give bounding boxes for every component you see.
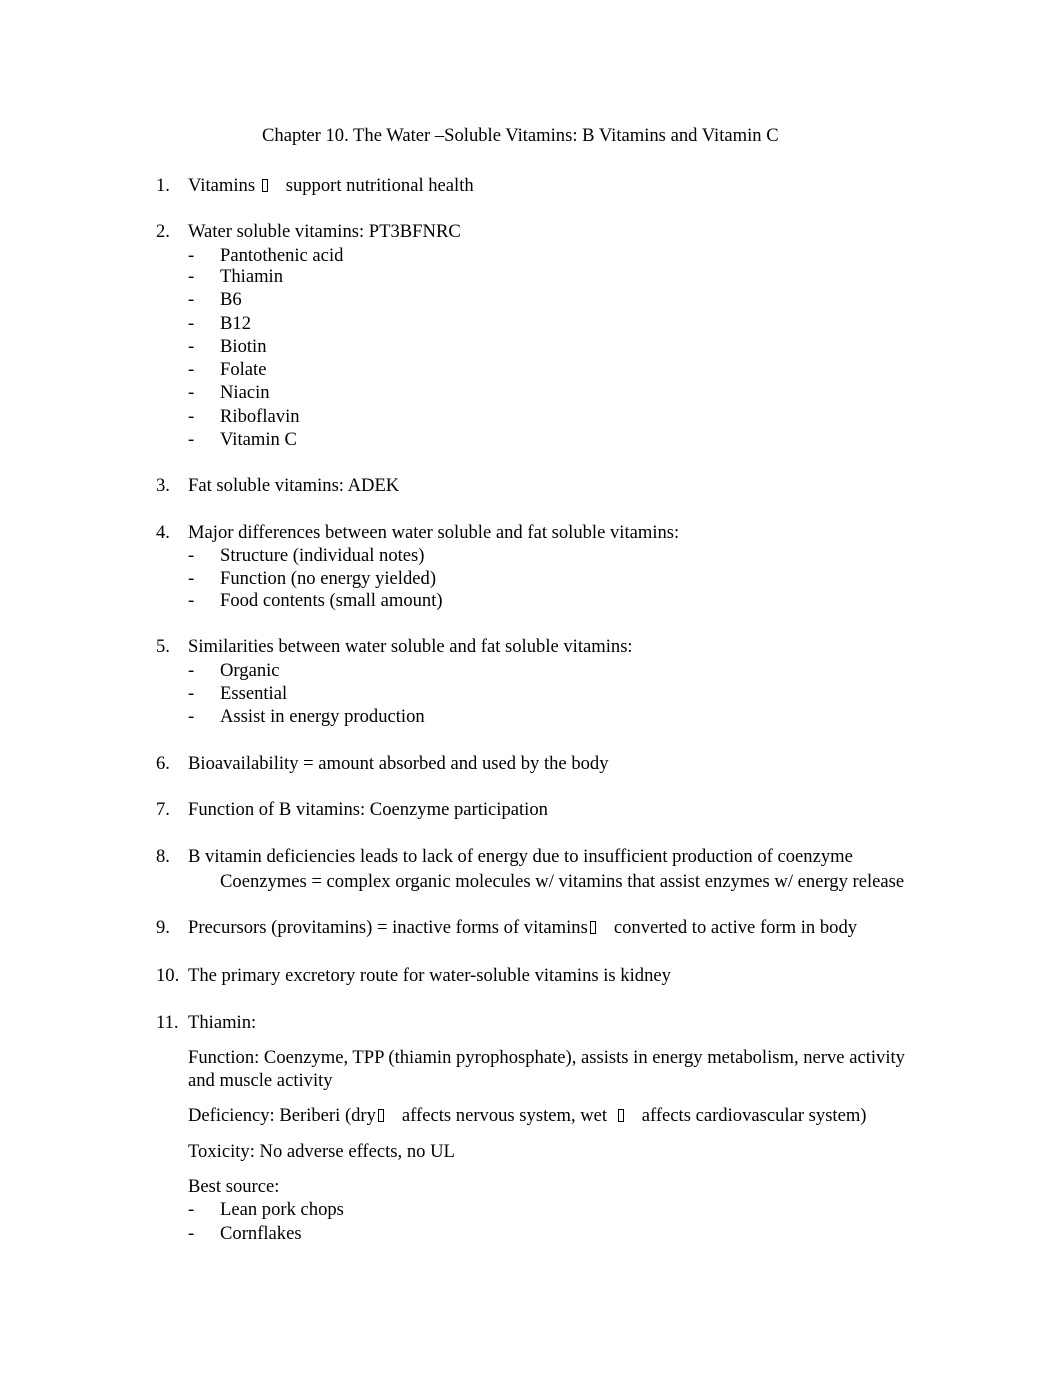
list-item: Organic <box>220 660 280 681</box>
item-2-text: Water soluble vitamins: PT3BFNRC <box>188 221 461 242</box>
arrow-icon <box>589 921 596 934</box>
item-number: 1. <box>156 175 170 196</box>
dash-bullet: - <box>188 429 195 450</box>
dash-bullet: - <box>188 545 195 566</box>
item-8-text: B vitamin deficiencies leads to lack of … <box>188 846 853 867</box>
item-8-subline: Coenzymes = complex organic molecules w/… <box>220 871 905 892</box>
list-item: Thiamin <box>220 266 283 287</box>
list-item: Food contents (small amount) <box>220 590 443 611</box>
list-item: B12 <box>220 313 251 334</box>
list-item: Essential <box>220 683 288 704</box>
item-number: 6. <box>156 753 170 774</box>
item-5-text: Similarities between water soluble and f… <box>188 636 633 657</box>
dash-bullet: - <box>188 245 195 266</box>
item-number: 10. <box>156 965 180 986</box>
item-number: 4. <box>156 522 170 543</box>
list-item: Lean pork chops <box>220 1199 344 1220</box>
dash-bullet: - <box>188 590 195 611</box>
arrow-icon <box>617 1109 624 1122</box>
arrow-icon <box>377 1109 384 1122</box>
dash-bullet: - <box>188 382 195 403</box>
dash-bullet: - <box>188 359 195 380</box>
list-item: Pantothenic acid <box>220 245 344 266</box>
list-item: Niacin <box>220 382 270 403</box>
item-9-text: Precursors (provitamins) = inactive form… <box>188 917 858 938</box>
item-number: 9. <box>156 917 170 938</box>
list-item: B6 <box>220 289 242 310</box>
item-6-text: Bioavailability = amount absorbed and us… <box>188 753 609 774</box>
dash-bullet: - <box>188 336 195 357</box>
thiamin-toxicity: Toxicity: No adverse effects, no UL <box>188 1141 455 1162</box>
item-9-before: Precursors (provitamins) = inactive form… <box>188 917 588 938</box>
list-item: Riboflavin <box>220 406 300 427</box>
thiamin-function-line-2: and muscle activity <box>188 1070 333 1091</box>
dash-bullet: - <box>188 1223 195 1244</box>
item-number: 3. <box>156 475 170 496</box>
deficiency-part-c: affects cardiovascular system) <box>641 1105 867 1126</box>
dash-bullet: - <box>188 660 195 681</box>
list-item: Folate <box>220 359 267 380</box>
item-1-text: Vitamins support nutritional health <box>188 175 474 196</box>
item-number: 8. <box>156 846 170 867</box>
item-10-text: The primary excretory route for water-so… <box>188 965 671 986</box>
item-1-after: support nutritional health <box>285 175 474 196</box>
item-number: 7. <box>156 799 170 820</box>
list-item: Vitamin C <box>220 429 297 450</box>
thiamin-deficiency: Deficiency: Beriberi (dry affects nervous… <box>188 1105 867 1126</box>
arrow-icon <box>261 179 268 192</box>
dash-bullet: - <box>188 568 195 589</box>
list-item: Cornflakes <box>220 1223 302 1244</box>
item-3-text: Fat soluble vitamins: ADEK <box>188 475 400 496</box>
item-number: 2. <box>156 221 170 242</box>
dash-bullet: - <box>188 706 195 727</box>
item-7-text: Function of B vitamins: Coenzyme partici… <box>188 799 548 820</box>
item-number: 11. <box>156 1012 179 1033</box>
deficiency-part-a: Deficiency: Beriberi (dry <box>188 1105 376 1126</box>
list-item: Assist in energy production <box>220 706 425 727</box>
item-11-text: Thiamin: <box>188 1012 257 1033</box>
dash-bullet: - <box>188 313 195 334</box>
list-item: Biotin <box>220 336 267 357</box>
dash-bullet: - <box>188 683 195 704</box>
dash-bullet: - <box>188 1199 195 1220</box>
list-item: Function (no energy yielded) <box>220 568 437 589</box>
item-number: 5. <box>156 636 170 657</box>
dash-bullet: - <box>188 406 195 427</box>
deficiency-part-b: affects nervous system, wet <box>401 1105 608 1126</box>
thiamin-best-source-label: Best source: <box>188 1176 280 1197</box>
item-9-after: converted to active form in body <box>613 917 858 938</box>
item-1-before: Vitamins <box>188 175 256 196</box>
dash-bullet: - <box>188 266 195 287</box>
item-4-text: Major differences between water soluble … <box>188 522 680 543</box>
page-title: Chapter 10. The Water –Soluble Vitamins:… <box>262 125 779 146</box>
thiamin-function-line-1: Function: Coenzyme, TPP (thiamin pyropho… <box>188 1047 905 1068</box>
dash-bullet: - <box>188 289 195 310</box>
list-item: Structure (individual notes) <box>220 545 425 566</box>
